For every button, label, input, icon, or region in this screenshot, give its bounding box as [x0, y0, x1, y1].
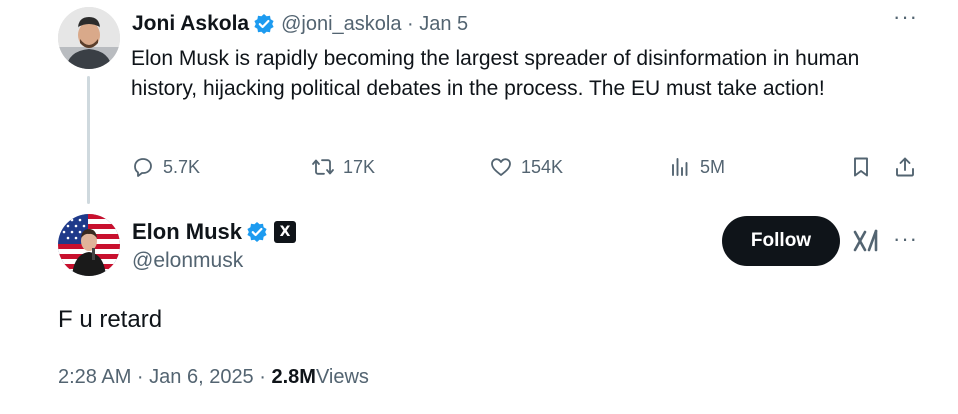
- avatar-photo-icon: [58, 7, 120, 69]
- bookmark-button[interactable]: [849, 151, 873, 183]
- reply-count: 5.7K: [163, 156, 201, 177]
- reply-tweet-header: Elon Musk X: [132, 217, 297, 247]
- tweet-views-count[interactable]: 2.8M: [271, 366, 315, 389]
- views-count: 5M: [700, 156, 726, 177]
- like-icon: [491, 158, 511, 176]
- share-icon: [896, 157, 914, 177]
- repost-button[interactable]: 17K: [311, 151, 375, 183]
- more-icon[interactable]: ···: [893, 6, 918, 28]
- views-icon: [672, 158, 688, 176]
- verified-badge-icon: [247, 222, 267, 242]
- tweet-action-bar: 5.7K 17K 154K 5M: [131, 151, 931, 183]
- parent-tweet-text: Elon Musk is rapidly becoming the larges…: [131, 47, 860, 100]
- more-icon[interactable]: ···: [893, 228, 918, 250]
- like-button[interactable]: 154K: [489, 151, 563, 183]
- tweet-timestamp[interactable]: 2:28 AM · Jan 6, 2025 ·: [58, 366, 266, 389]
- bookmark-icon: [854, 157, 868, 177]
- reply-icon: [134, 158, 152, 177]
- repost-icon: [312, 159, 334, 175]
- views-button[interactable]: 5M: [668, 151, 725, 183]
- tweet-views-label: Views: [315, 366, 369, 388]
- author-name[interactable]: Joni Askola: [132, 12, 249, 36]
- follow-button[interactable]: Follow: [722, 216, 840, 266]
- author-handle[interactable]: @elonmusk: [132, 249, 243, 273]
- reply-tweet-text: F u retard: [58, 306, 163, 333]
- tweet-metadata: 2:28 AM · Jan 6, 2025 · 2.8M Views: [58, 366, 369, 389]
- handle-and-time[interactable]: @joni_askola · Jan 5: [281, 13, 468, 36]
- like-count: 154K: [521, 156, 564, 177]
- grok-icon[interactable]: [852, 227, 880, 255]
- thread-connector-line: [87, 76, 90, 204]
- avatar-photo-icon: [58, 214, 120, 276]
- avatar-elon-musk[interactable]: [58, 214, 120, 276]
- verified-badge-icon: [254, 14, 274, 34]
- parent-tweet[interactable]: Joni Askola @joni_askola · Jan 5 ··· Elo…: [0, 0, 958, 204]
- repost-count: 17K: [343, 156, 376, 177]
- avatar-joni-askola[interactable]: [58, 7, 120, 69]
- parent-tweet-header: Joni Askola @joni_askola · Jan 5: [132, 9, 468, 39]
- share-button[interactable]: [893, 151, 917, 183]
- reply-button[interactable]: 5.7K: [131, 151, 200, 183]
- author-name[interactable]: Elon Musk: [132, 219, 242, 245]
- x-affiliate-badge-icon[interactable]: X: [274, 221, 297, 243]
